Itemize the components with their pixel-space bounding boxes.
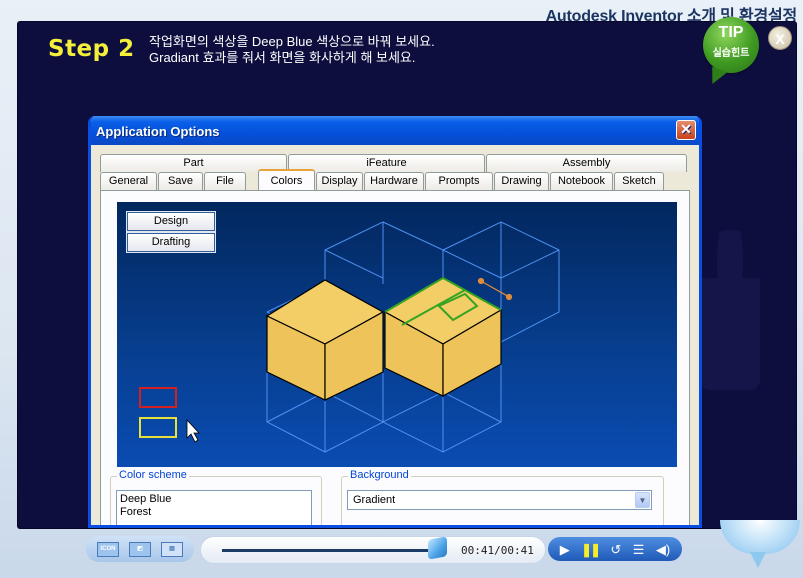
dimension-line: [478, 279, 512, 299]
colors-tab-panel: Design Drafting Color scheme Deep Blue F…: [100, 190, 690, 525]
speech-bubble-decoration: [720, 520, 800, 568]
tab-colors[interactable]: Colors: [258, 169, 315, 190]
color-scheme-group: Color scheme Deep Blue Forest: [110, 469, 322, 525]
chevron-down-icon[interactable]: ▼: [635, 492, 650, 508]
background-select[interactable]: Gradient ▼: [347, 490, 652, 510]
playback-controls: ▶ ❚❚ ↺ ☰ ◀): [548, 537, 682, 561]
dialog-title: Application Options: [96, 124, 220, 139]
background-label: Background: [348, 469, 411, 481]
color-scheme-label: Color scheme: [117, 469, 189, 481]
tab-prompts[interactable]: Prompts: [425, 172, 493, 190]
dialog-close-button[interactable]: ✕: [676, 120, 696, 140]
pause-icon[interactable]: ❚❚: [581, 543, 601, 556]
progress-fill: [222, 549, 438, 552]
dimension-arrow: [505, 293, 513, 301]
wireframe-edge: [266, 391, 502, 423]
color-scheme-item[interactable]: Deep Blue: [120, 493, 308, 506]
replay-icon[interactable]: ↺: [610, 543, 621, 556]
view-mode-buttons: ICON ◩ ▤: [86, 536, 194, 562]
tip-title: TIP: [718, 24, 744, 41]
solid-cube-right: [383, 277, 503, 398]
tab-hardware[interactable]: Hardware: [364, 172, 424, 190]
instruction-line: Gradiant 효과를 줘서 화면을 화사하게 해 보세요.: [149, 50, 416, 65]
tip-subtitle: 실습힌트: [712, 48, 750, 59]
tab-general[interactable]: General: [100, 172, 157, 190]
tabs-row-modules: Part iFeature Assembly: [100, 154, 688, 172]
color-scheme-item[interactable]: Forest: [120, 506, 308, 519]
background-select-value: Gradient: [353, 494, 396, 506]
dialog-titlebar[interactable]: Application Options ✕: [91, 116, 699, 145]
overlay-close-button[interactable]: X: [768, 26, 792, 50]
menu-icon[interactable]: ☰: [633, 543, 645, 556]
tab-notebook[interactable]: Notebook: [550, 172, 613, 190]
icon-view-button[interactable]: ICON: [97, 541, 119, 557]
wireframe-edge: [382, 221, 444, 292]
tab-display[interactable]: Display: [316, 172, 363, 190]
tab-sketch[interactable]: Sketch: [614, 172, 664, 190]
step-label: Step 2: [48, 36, 135, 62]
instruction-line: 작업화면의 색상을 Deep Blue 색상으로 바꿔 보세요.: [149, 34, 435, 49]
application-options-dialog: Application Options ✕ Part iFeature Asse…: [88, 116, 702, 528]
design-button[interactable]: Design: [126, 211, 216, 232]
tab-assembly[interactable]: Assembly: [486, 154, 687, 172]
drafting-button[interactable]: Drafting: [126, 232, 216, 253]
mouse-cursor-icon: [186, 418, 200, 443]
tab-drawing[interactable]: Drawing: [494, 172, 549, 190]
time-display: 00:41/00:41: [461, 544, 534, 557]
time-separator: /: [494, 544, 501, 557]
list-icon[interactable]: ▤: [161, 541, 183, 557]
selection-swatch-yellow: [139, 417, 177, 438]
progress-track[interactable]: [222, 549, 438, 552]
selection-swatch-red: [139, 387, 177, 408]
tabs-row-main: General Save File Colors Display Hardwar…: [100, 169, 665, 190]
wireframe-edge: [500, 249, 560, 279]
tip-button[interactable]: TIP 실습힌트: [703, 17, 759, 73]
color-scheme-list[interactable]: Deep Blue Forest: [116, 490, 312, 525]
color-preview-viewport: Design Drafting: [117, 202, 677, 467]
tab-save[interactable]: Save: [158, 172, 203, 190]
close-icon: X: [775, 31, 785, 47]
solid-cube-left: [265, 279, 385, 401]
time-total: 00:41: [500, 544, 534, 557]
tab-file[interactable]: File: [204, 172, 246, 190]
tab-ifeature[interactable]: iFeature: [288, 154, 485, 172]
wireframe-edge: [324, 221, 384, 284]
image-icon[interactable]: ◩: [129, 541, 151, 557]
volume-icon[interactable]: ◀): [656, 543, 670, 556]
wireframe-edge: [324, 249, 384, 279]
dimension-arrow: [477, 277, 485, 285]
play-icon[interactable]: ▶: [560, 543, 570, 556]
background-figure: [700, 230, 760, 390]
progress-bar-container: 00:41/00:41: [200, 536, 546, 564]
step-instructions: 작업화면의 색상을 Deep Blue 색상으로 바꿔 보세요. Gradian…: [149, 34, 435, 66]
media-player-bar: ICON ◩ ▤ 00:41/00:41 ▶ ❚❚ ↺ ☰ ◀): [0, 520, 803, 578]
dimension-annotation: [477, 277, 513, 301]
background-group: Background Gradient ▼: [341, 469, 664, 525]
close-icon: ✕: [680, 121, 692, 137]
progress-slider-handle[interactable]: [428, 536, 447, 560]
time-current: 00:41: [461, 544, 495, 557]
